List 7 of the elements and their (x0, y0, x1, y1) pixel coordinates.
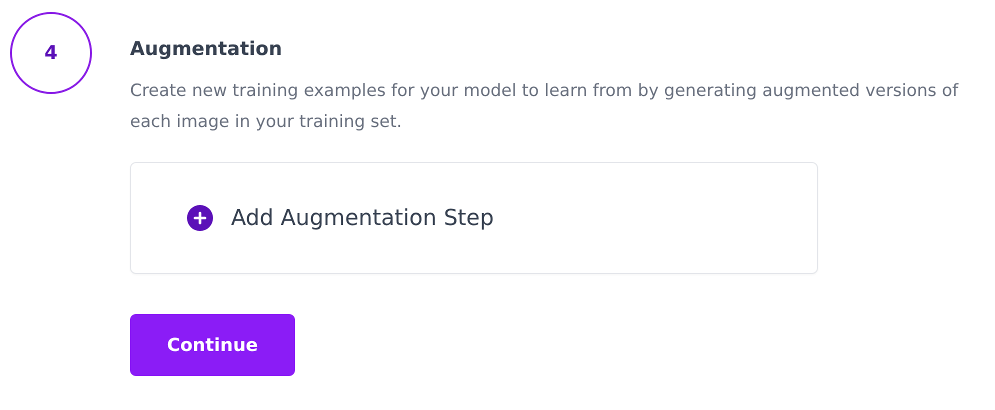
section-description: Create new training examples for your model to learn from by generating augmented versions of each image in your training set. (130, 80, 960, 134)
add-augmentation-step-button[interactable]: Add Augmentation Step (130, 162, 818, 274)
section-title: Augmentation (130, 38, 282, 60)
step-number: 4 (10, 12, 92, 94)
plus-icon (187, 205, 213, 231)
add-step-label: Add Augmentation Step (231, 206, 494, 230)
continue-button[interactable]: Continue (130, 314, 295, 376)
